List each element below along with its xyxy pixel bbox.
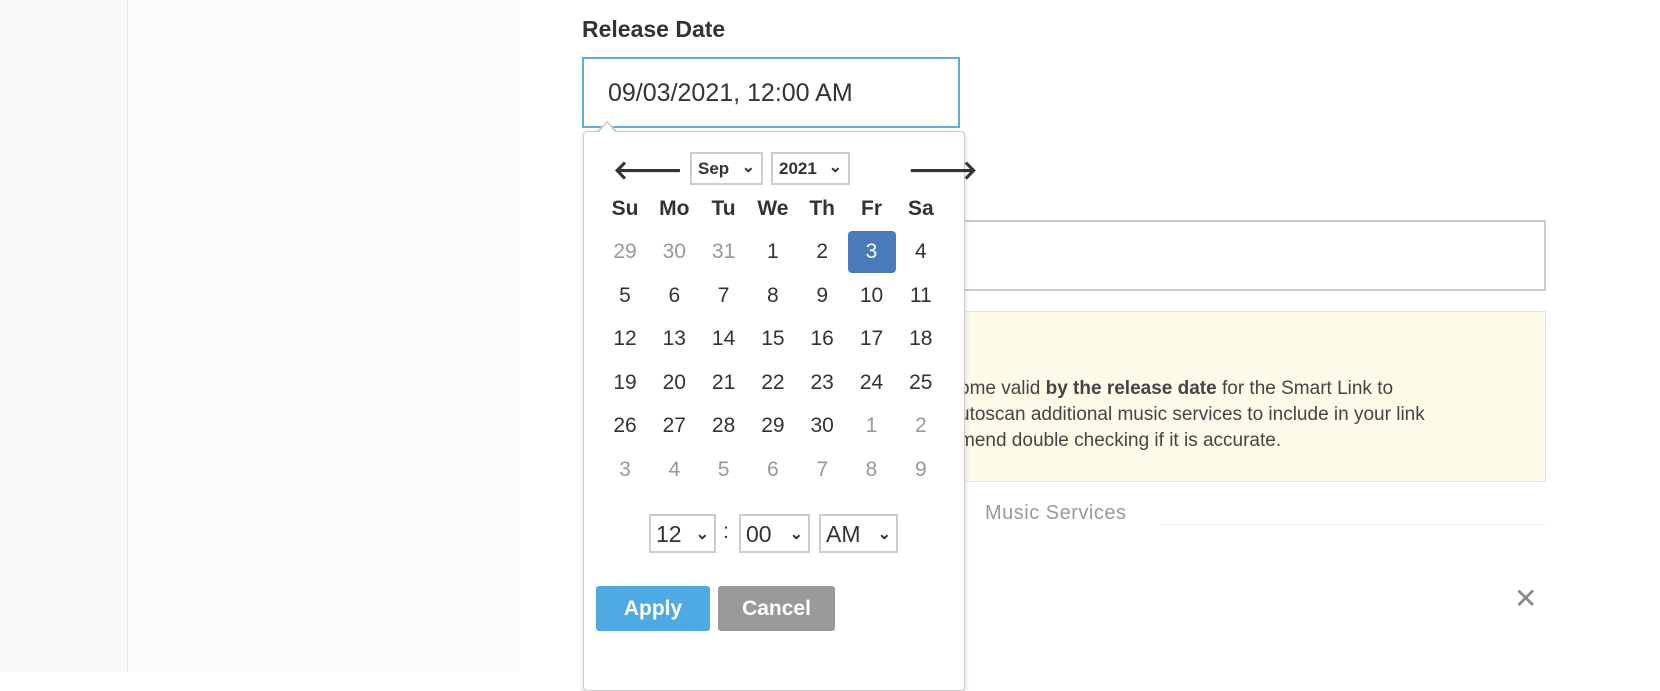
minute-value: 00 [746, 521, 772, 547]
calendar-day[interactable]: 12 [601, 318, 649, 360]
calendar-day[interactable]: 15 [749, 318, 797, 360]
calendar-day[interactable]: 29 [749, 405, 797, 447]
weekday-header: Su [611, 197, 639, 220]
calendar-day[interactable]: 2 [897, 405, 945, 447]
calendar-day[interactable]: 31 [700, 231, 748, 273]
chevron-down-icon: ⌄ [877, 526, 891, 543]
calendar-day[interactable]: 7 [798, 449, 846, 491]
calendar-day[interactable]: 30 [798, 405, 846, 447]
warning-line-1: ome valid by the release date for the Sm… [959, 378, 1394, 399]
weekday-header: Th [809, 197, 836, 220]
calendar-day[interactable]: 9 [897, 449, 945, 491]
calendar-day[interactable]: 18 [897, 318, 945, 360]
calendar-day[interactable]: 30 [650, 231, 698, 273]
warning-line-3: mend double checking if it is accurate. [959, 430, 1282, 451]
calendar-day[interactable]: 2 [798, 231, 846, 273]
ampm-select[interactable]: AM ⌄ [819, 514, 898, 553]
next-month-arrow-right-icon[interactable]: 🡒 [908, 155, 978, 186]
hour-value: 12 [656, 521, 682, 547]
calendar-day[interactable]: 26 [601, 405, 649, 447]
weekday-header: Tu [711, 197, 736, 220]
hour-select[interactable]: 12 ⌄ [649, 514, 716, 553]
apply-button[interactable]: Apply [596, 586, 710, 631]
warning-line-2: utoscan additional music services to inc… [959, 404, 1425, 425]
close-icon[interactable]: ✕ [1514, 582, 1537, 615]
calendar-day[interactable]: 17 [848, 318, 896, 360]
calendar-day[interactable]: 29 [601, 231, 649, 273]
calendar-day[interactable]: 1 [848, 405, 896, 447]
calendar-day[interactable]: 5 [601, 275, 649, 317]
calendar-day[interactable]: 3 [601, 449, 649, 491]
side-panel [129, 0, 520, 672]
weekday-header: We [757, 197, 789, 220]
chevron-down-icon: ⌄ [741, 159, 755, 176]
release-date-input[interactable]: 09/03/2021, 12:00 AM [582, 57, 960, 128]
calendar-day[interactable]: 3 [847, 231, 896, 273]
release-date-label: Release Date [582, 16, 726, 42]
calendar-day[interactable]: 25 [897, 362, 945, 404]
calendar-day[interactable]: 9 [798, 275, 846, 317]
calendar-day[interactable]: 27 [650, 405, 698, 447]
chevron-down-icon: ⌄ [695, 526, 709, 543]
cancel-button[interactable]: Cancel [718, 586, 835, 631]
weekday-header: Fr [861, 197, 882, 220]
calendar-day[interactable]: 20 [650, 362, 698, 404]
calendar-day[interactable]: 16 [798, 318, 846, 360]
year-value: 2021 [779, 159, 817, 178]
prev-month-arrow-left-icon[interactable]: 🡐 [613, 155, 683, 186]
calendar-day[interactable]: 23 [798, 362, 846, 404]
divider [1160, 524, 1545, 525]
calendar-day[interactable]: 28 [700, 405, 748, 447]
weekday-header: Mo [659, 197, 690, 220]
time-separator: : [723, 520, 729, 543]
month-value: Sep [698, 159, 730, 178]
calendar-day[interactable]: 6 [749, 449, 797, 491]
popup-caret-inner [599, 123, 615, 132]
minute-select[interactable]: 00 ⌄ [739, 514, 810, 553]
calendar-day[interactable]: 10 [848, 275, 896, 317]
calendar-day[interactable]: 22 [749, 362, 797, 404]
calendar-day[interactable]: 8 [749, 275, 797, 317]
calendar-day[interactable]: 1 [749, 231, 797, 273]
weekday-header: Sa [907, 197, 934, 220]
calendar-day[interactable]: 6 [650, 275, 698, 317]
calendar-day[interactable]: 19 [601, 362, 649, 404]
text-input[interactable] [958, 220, 1546, 291]
sidebar [0, 0, 128, 672]
chevron-down-icon: ⌄ [828, 159, 842, 176]
chevron-down-icon: ⌄ [789, 526, 803, 543]
calendar-day[interactable]: 8 [848, 449, 896, 491]
music-services-heading: Music Services [985, 502, 1127, 524]
calendar-day[interactable]: 24 [848, 362, 896, 404]
calendar-day[interactable]: 7 [700, 275, 748, 317]
calendar-day[interactable]: 21 [700, 362, 748, 404]
year-select[interactable]: 2021 ⌄ [771, 152, 850, 185]
ampm-value: AM [826, 521, 861, 547]
calendar-day[interactable]: 13 [650, 318, 698, 360]
calendar-day[interactable]: 4 [897, 231, 945, 273]
calendar-day[interactable]: 5 [700, 449, 748, 491]
calendar-day[interactable]: 11 [897, 275, 945, 317]
calendar-day[interactable]: 4 [650, 449, 698, 491]
month-select[interactable]: Sep ⌄ [690, 152, 763, 185]
calendar-day[interactable]: 14 [700, 318, 748, 360]
warning-box: ome valid by the release date for the Sm… [958, 311, 1546, 482]
